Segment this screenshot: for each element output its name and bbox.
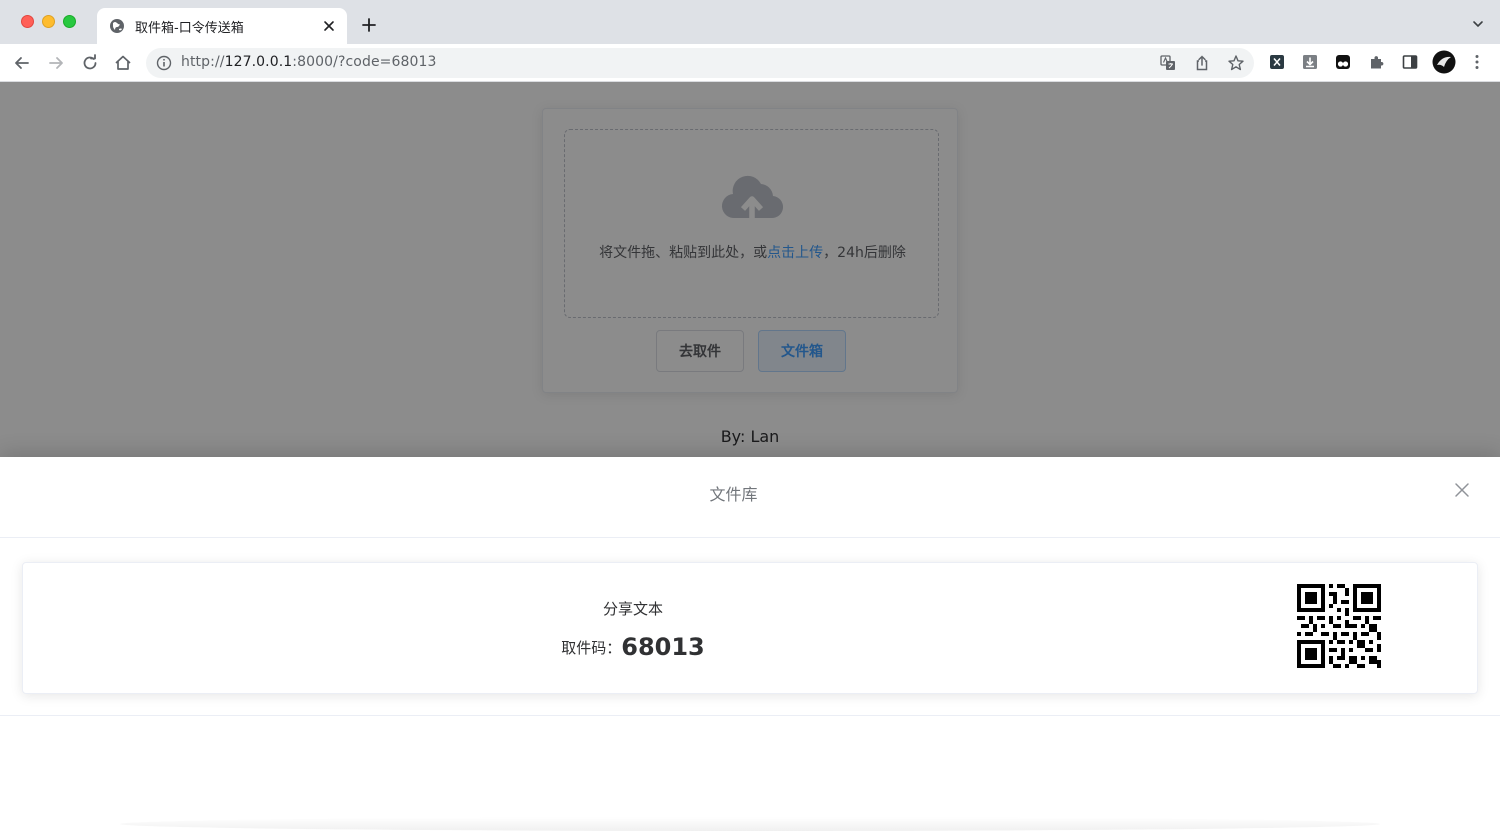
address-bar[interactable]: http://127.0.0.1:8000/?code=68013 — [146, 48, 1254, 78]
browser-tabbar: 取件箱-口令传送箱 — [0, 0, 1500, 44]
file-item-card: 分享文本 取件码：68013 — [22, 562, 1478, 694]
tampermonkey-icon[interactable] — [1334, 53, 1352, 71]
qr-code-icon — [1297, 584, 1381, 668]
window-minimize-button[interactable] — [42, 15, 55, 28]
globe-icon — [110, 19, 124, 33]
page-content: 将文件拖、粘贴到此处，或点击上传，24h后删除 去取件 文件箱 By: Lan … — [0, 82, 1500, 831]
pickup-code-label: 取件码： — [561, 639, 622, 657]
download-icon[interactable] — [1301, 53, 1319, 71]
window-close-button[interactable] — [21, 15, 34, 28]
info-icon[interactable] — [156, 55, 172, 71]
star-icon[interactable] — [1227, 54, 1245, 72]
sidepanel-icon[interactable] — [1401, 53, 1419, 71]
translate-icon[interactable] — [1159, 54, 1177, 72]
pickup-code-value: 68013 — [621, 633, 705, 661]
drawer-title: 文件库 — [709, 485, 758, 504]
close-icon[interactable] — [320, 17, 338, 35]
browser-toolbar: http://127.0.0.1:8000/?code=68013 — [0, 44, 1500, 82]
avatar[interactable] — [1432, 50, 1456, 74]
tab-title: 取件箱-口令传送箱 — [135, 21, 244, 36]
reload-icon[interactable] — [80, 53, 100, 73]
pickup-code-line: 取件码：68013 — [23, 633, 1243, 661]
back-icon[interactable] — [12, 53, 32, 73]
menu-icon[interactable] — [1468, 53, 1486, 71]
file-name: 分享文本 — [602, 600, 663, 618]
chevron-down-icon[interactable] — [1472, 18, 1484, 30]
file-library-drawer: 文件库 分享文本 取件码：68013 — [0, 457, 1500, 831]
drawer-body: 分享文本 取件码：68013 — [0, 537, 1500, 716]
active-tab[interactable]: 取件箱-口令传送箱 — [97, 8, 347, 44]
window-zoom-button[interactable] — [63, 15, 76, 28]
forward-icon[interactable] — [46, 53, 66, 73]
plus-icon[interactable] — [360, 16, 378, 34]
puzzle-icon[interactable] — [1368, 53, 1386, 71]
close-icon[interactable] — [1454, 482, 1470, 498]
excel-extension-icon[interactable] — [1268, 53, 1286, 71]
home-icon[interactable] — [113, 53, 133, 73]
bottom-shadow — [120, 817, 1380, 831]
share-icon[interactable] — [1193, 54, 1211, 72]
url-text: http://127.0.0.1:8000/?code=68013 — [181, 54, 437, 70]
